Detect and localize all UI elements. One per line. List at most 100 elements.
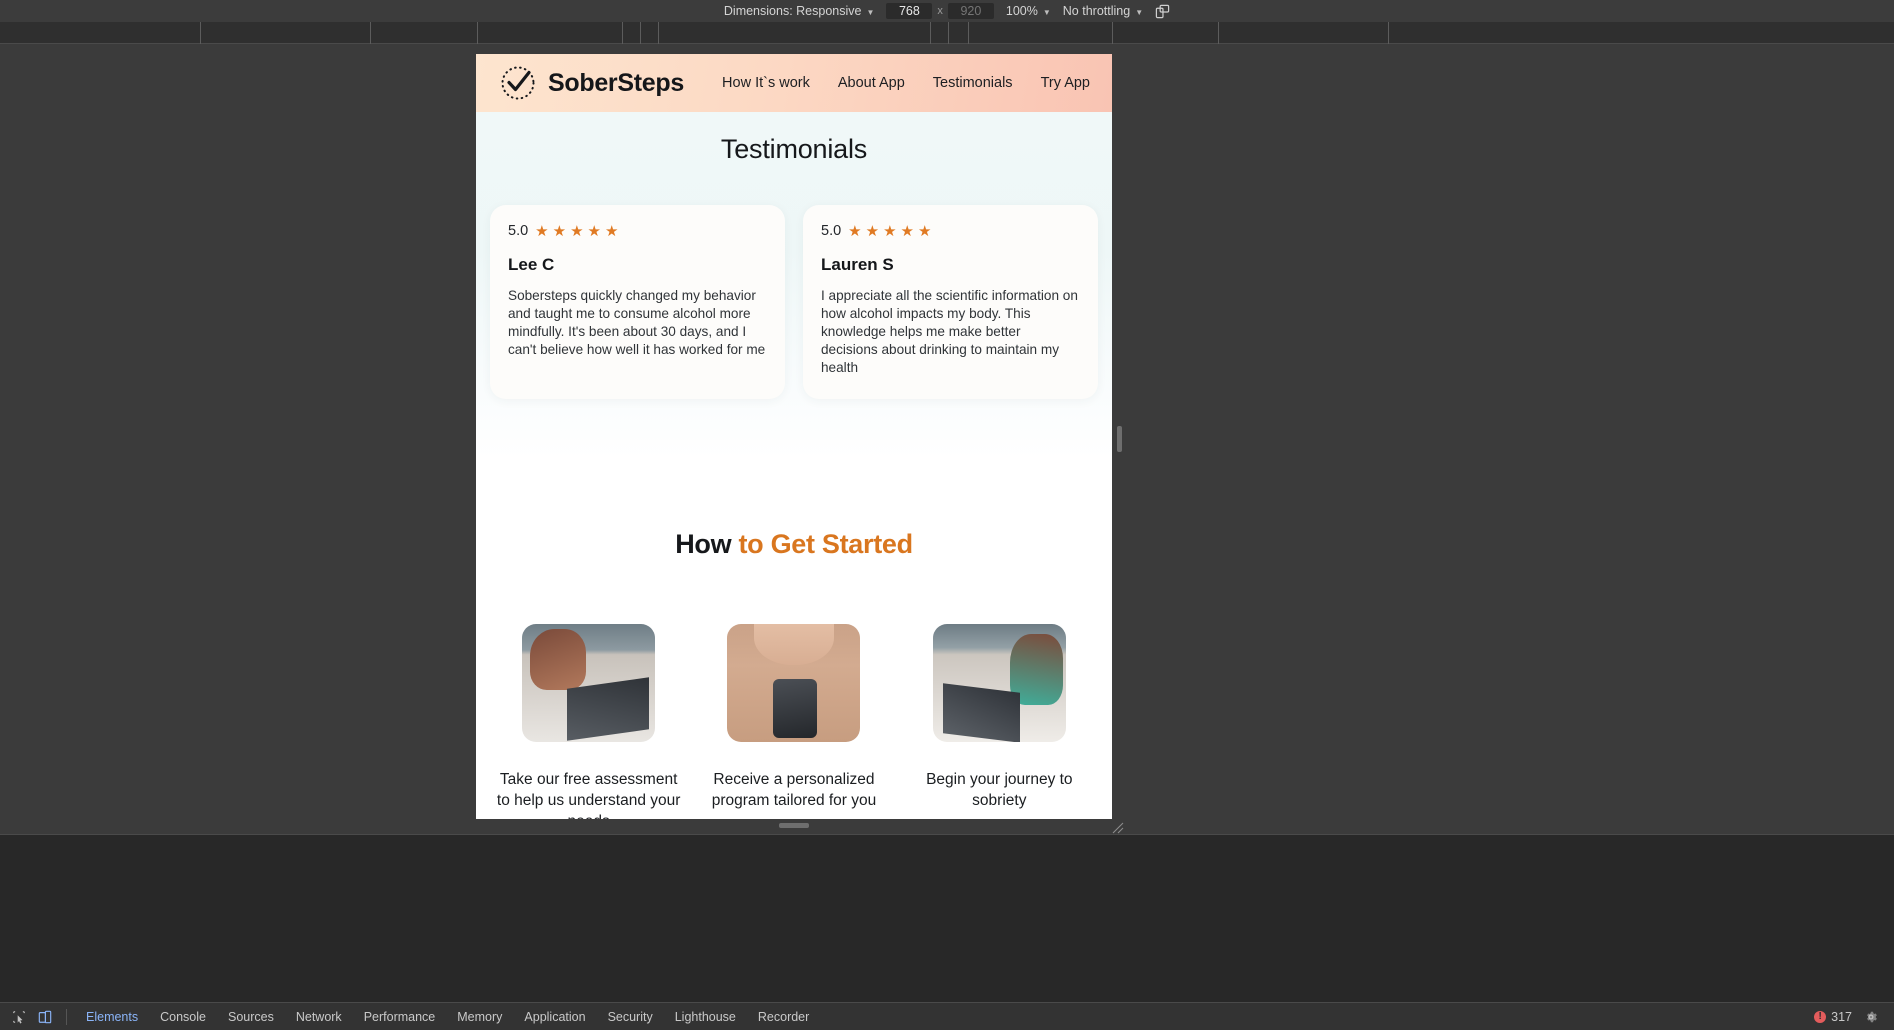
- tab-memory[interactable]: Memory: [446, 1005, 513, 1029]
- nav-link-how-it-works[interactable]: How It`s work: [722, 75, 810, 91]
- reviewer-name: Lee C: [508, 255, 555, 274]
- testimonial-card: 5.0 ★ ★ ★ ★ ★ Lee C Sobersteps quickly c…: [490, 205, 785, 400]
- ruler-tick: [930, 22, 931, 44]
- site-header: SoberSteps How It`s work About App Testi…: [476, 54, 1112, 112]
- viewport-resize-handle-vertical[interactable]: [779, 823, 809, 828]
- main-navigation: How It`s work About App Testimonials Try…: [722, 75, 1090, 91]
- star-icon: ★: [883, 222, 897, 240]
- viewport-width-input[interactable]: [886, 3, 933, 19]
- emulated-page: SoberSteps How It`s work About App Testi…: [476, 54, 1112, 819]
- ruler-tick: [1388, 22, 1389, 44]
- tab-network[interactable]: Network: [285, 1005, 353, 1029]
- rating-row: 5.0 ★ ★ ★ ★ ★: [508, 223, 767, 239]
- tab-elements[interactable]: Elements: [75, 1005, 149, 1029]
- testimonials-section: Testimonials 5.0 ★ ★ ★ ★ ★ Lee C Soberst…: [476, 112, 1112, 460]
- rating-row: 5.0 ★ ★ ★ ★ ★: [821, 223, 1080, 239]
- zoom-selector[interactable]: 100% ▼: [1006, 4, 1051, 18]
- tab-security[interactable]: Security: [597, 1005, 664, 1029]
- rating-value: 5.0: [508, 223, 529, 239]
- review-text: Sobersteps quickly changed my behavior a…: [508, 288, 766, 358]
- toolbar-divider: [66, 1008, 67, 1025]
- error-icon: !: [1814, 1010, 1827, 1023]
- nav-link-testimonials[interactable]: Testimonials: [933, 75, 1013, 91]
- gear-icon[interactable]: [1864, 1010, 1878, 1024]
- throttling-label: No throttling: [1062, 4, 1131, 18]
- testimonials-title: Testimonials: [720, 134, 868, 164]
- reviewer-name: Lauren S: [821, 255, 894, 274]
- zoom-level-label: 100%: [1005, 4, 1038, 18]
- get-started-section: How to Get Started Take our free assessm…: [476, 459, 1112, 819]
- ruler-tick: [948, 22, 949, 44]
- brand-logo[interactable]: SoberSteps: [498, 63, 684, 103]
- ruler-tick: [968, 22, 969, 44]
- step-item: Take our free assessment to help us unde…: [496, 624, 681, 819]
- woman-holding-phone-photo: [727, 624, 861, 743]
- star-rating-icons: ★ ★ ★ ★ ★: [535, 224, 618, 239]
- star-icon: ★: [570, 222, 584, 240]
- viewport-size-group: x: [886, 3, 994, 19]
- devtools-status-area: ! 317: [1814, 1010, 1888, 1024]
- chevron-down-icon: ▼: [1135, 7, 1144, 17]
- ruler-tick: [640, 22, 641, 44]
- get-started-title-lead: How: [675, 529, 739, 560]
- step-item: Begin your journey to sobriety: [907, 624, 1092, 819]
- chevron-down-icon: ▼: [866, 7, 875, 17]
- star-icon: ★: [900, 222, 914, 240]
- nav-link-try-app[interactable]: Try App: [1041, 75, 1090, 91]
- error-count-badge[interactable]: ! 317: [1814, 1010, 1852, 1024]
- dimensions-selector[interactable]: Dimensions: Responsive ▼: [724, 4, 874, 18]
- tab-performance[interactable]: Performance: [353, 1005, 447, 1029]
- rating-value: 5.0: [821, 223, 842, 239]
- star-icon: ★: [587, 222, 601, 240]
- devtools-bottom-panel: Elements Console Sources Network Perform…: [0, 834, 1894, 1030]
- devtools-tab-bar: Elements Console Sources Network Perform…: [0, 1002, 1894, 1030]
- review-text: I appreciate all the scientific informat…: [821, 288, 1078, 376]
- viewport-resize-corner[interactable]: [1110, 820, 1124, 834]
- ruler-tick: [200, 22, 201, 44]
- star-rating-icons: ★ ★ ★ ★ ★: [848, 224, 931, 239]
- star-icon: ★: [535, 222, 549, 240]
- testimonial-card-list: 5.0 ★ ★ ★ ★ ★ Lee C Sobersteps quickly c…: [476, 205, 1112, 400]
- devtools-window: Dimensions: Responsive ▼ x 100% ▼ No thr…: [0, 0, 1894, 1030]
- error-count-label: 317: [1831, 1009, 1852, 1024]
- testimonial-card: 5.0 ★ ★ ★ ★ ★ Lauren S I appreciate all …: [803, 205, 1098, 400]
- ruler-tick: [622, 22, 623, 44]
- ruler-tick: [370, 22, 371, 44]
- ruler-tick: [1218, 22, 1219, 44]
- device-viewport-area: SoberSteps How It`s work About App Testi…: [0, 44, 1894, 834]
- ruler-tick: [1112, 22, 1113, 44]
- steps-list: Take our free assessment to help us unde…: [476, 624, 1112, 819]
- get-started-title-accent: to Get Started: [738, 529, 913, 560]
- chevron-down-icon: ▼: [1042, 7, 1051, 17]
- dimension-separator: x: [937, 5, 943, 17]
- star-icon: ★: [917, 222, 932, 240]
- device-emulation-toolbar: Dimensions: Responsive ▼ x 100% ▼ No thr…: [0, 0, 1894, 22]
- brand-name: SoberSteps: [548, 68, 684, 97]
- ruler-tick: [477, 22, 478, 44]
- star-icon: ★: [865, 222, 880, 240]
- tab-console[interactable]: Console: [149, 1005, 217, 1029]
- tab-sources[interactable]: Sources: [217, 1005, 285, 1029]
- nav-link-about-app[interactable]: About App: [838, 75, 905, 91]
- get-started-title: How to Get Started: [476, 529, 1112, 560]
- inspect-element-icon[interactable]: [6, 1005, 32, 1029]
- step-caption: Receive a personalized program tailored …: [711, 771, 877, 809]
- viewport-height-input[interactable]: [947, 3, 994, 19]
- step-caption: Take our free assessment to help us unde…: [496, 771, 681, 819]
- woman-using-laptop-photo: [522, 624, 656, 743]
- toggle-device-toolbar-icon[interactable]: [32, 1005, 58, 1029]
- step-caption: Begin your journey to sobriety: [926, 771, 1073, 809]
- woman-at-desk-with-phone-photo: [932, 624, 1066, 743]
- rotate-device-icon[interactable]: [1155, 4, 1170, 19]
- star-icon: ★: [848, 222, 862, 240]
- throttling-selector[interactable]: No throttling ▼: [1063, 4, 1143, 18]
- viewport-ruler: [0, 22, 1894, 44]
- star-icon: ★: [604, 222, 619, 240]
- tab-lighthouse[interactable]: Lighthouse: [664, 1005, 747, 1029]
- viewport-resize-handle-horizontal[interactable]: [1117, 426, 1122, 452]
- tab-application[interactable]: Application: [513, 1005, 596, 1029]
- dimensions-label: Dimensions: Responsive: [723, 4, 862, 18]
- star-icon: ★: [552, 222, 567, 240]
- tab-recorder[interactable]: Recorder: [747, 1005, 820, 1029]
- step-item: Receive a personalized program tailored …: [701, 624, 886, 819]
